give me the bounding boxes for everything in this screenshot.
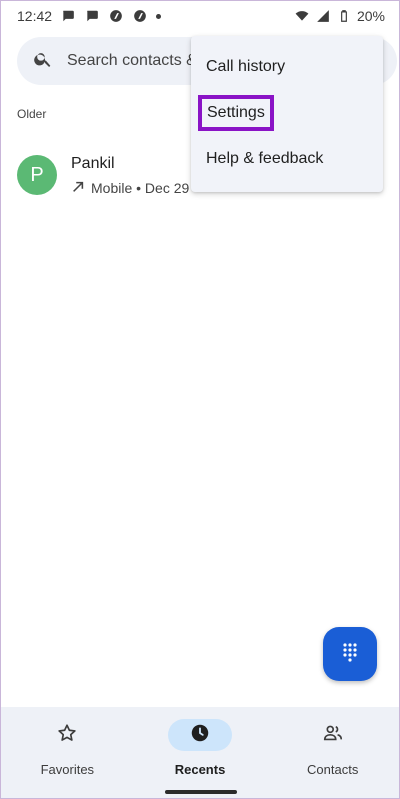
app-icon bbox=[108, 8, 124, 24]
section-label-older: Older bbox=[17, 107, 47, 121]
battery-icon bbox=[336, 8, 352, 24]
dialpad-button[interactable] bbox=[323, 627, 377, 681]
status-right: 20% bbox=[294, 8, 385, 24]
nav-icon-wrap bbox=[168, 719, 232, 751]
status-time: 12:42 bbox=[17, 8, 53, 24]
star-outline-icon bbox=[56, 722, 78, 749]
chat-bubble-icon bbox=[60, 8, 76, 24]
dialpad-icon bbox=[340, 642, 360, 667]
nav-item-contacts[interactable]: Contacts bbox=[266, 707, 399, 798]
cell-signal-icon bbox=[315, 8, 331, 24]
search-icon bbox=[33, 49, 53, 74]
battery-percent: 20% bbox=[356, 8, 385, 24]
people-icon bbox=[322, 722, 344, 749]
outgoing-call-arrow-icon bbox=[71, 180, 85, 197]
menu-item-label: Help & feedback bbox=[206, 150, 324, 167]
menu-item-label: Settings bbox=[198, 95, 274, 131]
overflow-menu: Call history Settings Help & feedback bbox=[191, 36, 383, 192]
status-left: 12:42 bbox=[17, 8, 162, 24]
call-detail: Mobile • Dec 29 bbox=[91, 180, 190, 196]
menu-item-help-feedback[interactable]: Help & feedback bbox=[191, 136, 383, 182]
avatar[interactable]: P bbox=[17, 155, 57, 195]
nav-label: Contacts bbox=[307, 762, 359, 777]
wifi-icon bbox=[294, 8, 310, 24]
home-indicator[interactable] bbox=[165, 790, 237, 794]
bottom-nav: Favorites Recents Contacts bbox=[1, 707, 399, 798]
call-text: Pankil Mobile • Dec 29 bbox=[71, 154, 189, 197]
status-bar: 12:42 20% bbox=[1, 1, 399, 31]
app-icon bbox=[132, 8, 148, 24]
dot-icon bbox=[156, 13, 162, 19]
contact-name: Pankil bbox=[71, 154, 115, 172]
menu-item-settings[interactable]: Settings bbox=[191, 90, 383, 136]
phone-screen: 12:42 20% Search contacts & places Older… bbox=[0, 0, 400, 799]
clock-icon bbox=[189, 722, 211, 749]
menu-item-call-history[interactable]: Call history bbox=[191, 44, 383, 90]
nav-item-recents[interactable]: Recents bbox=[134, 707, 267, 798]
nav-icon-wrap bbox=[301, 719, 365, 751]
menu-item-label: Call history bbox=[206, 58, 286, 75]
call-meta: Mobile • Dec 29 bbox=[71, 180, 189, 197]
chat-bubble-icon bbox=[84, 8, 100, 24]
nav-label: Recents bbox=[174, 762, 226, 777]
nav-item-favorites[interactable]: Favorites bbox=[1, 707, 134, 798]
nav-icon-wrap bbox=[35, 719, 99, 751]
nav-label: Favorites bbox=[40, 762, 95, 777]
